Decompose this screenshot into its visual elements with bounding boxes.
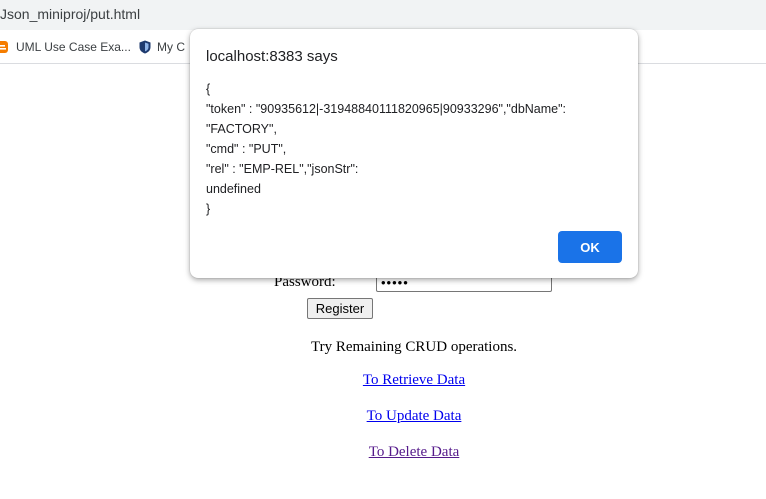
bookmark-my-c[interactable]: My C — [139, 38, 185, 56]
dialog-message: { "token" : "90935612|-31948840111820965… — [206, 79, 626, 219]
dialog-line: } — [206, 202, 211, 216]
dialog-line: "rel" : "EMP-REL","jsonStr": — [206, 162, 359, 176]
address-bar[interactable]: Json_miniproj/put.html — [0, 0, 766, 30]
dialog-line: "cmd" : "PUT", — [206, 142, 287, 156]
dialog-line: { — [206, 82, 211, 96]
alert-dialog: localhost:8383 says { "token" : "9093561… — [190, 29, 638, 278]
shield-icon — [139, 40, 151, 54]
dialog-line: "token" : "90935612|-31948840111820965|9… — [206, 102, 567, 116]
retrieve-data-link[interactable]: To Retrieve Data — [0, 372, 766, 389]
bookmark-uml-use-case[interactable]: UML Use Case Exa... — [0, 38, 131, 56]
blogger-icon — [0, 40, 10, 54]
delete-data-link[interactable]: To Delete Data — [0, 444, 766, 461]
bookmark-label: UML Use Case Exa... — [16, 40, 131, 54]
update-data-link[interactable]: To Update Data — [0, 408, 766, 425]
dialog-line: "FACTORY", — [206, 122, 277, 136]
dialog-title: localhost:8383 says — [206, 48, 338, 65]
ok-button[interactable]: OK — [558, 231, 622, 263]
dialog-line: undefined — [206, 182, 261, 196]
bookmark-label: My C — [157, 40, 185, 54]
register-button[interactable]: Register — [307, 298, 373, 319]
crud-instructions: Try Remaining CRUD operations. — [310, 339, 518, 355]
url-text[interactable]: Json_miniproj/put.html — [0, 6, 140, 22]
